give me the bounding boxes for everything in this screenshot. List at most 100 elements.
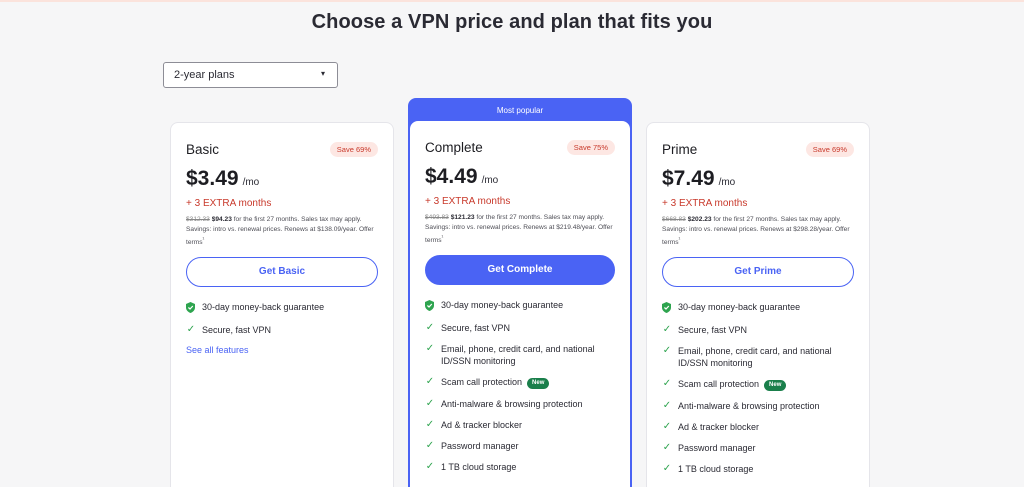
- new-badge: New: [527, 378, 550, 390]
- price-period: /mo: [718, 177, 736, 188]
- feature-label: 30-day money-back guarantee: [441, 300, 564, 311]
- feature-label: Scam call protection: [441, 377, 523, 388]
- feature-label: Anti-malware & browsing protection: [441, 399, 583, 410]
- feature-item: ✓ Scam call protection New: [662, 378, 854, 392]
- plan-name: Complete: [425, 139, 483, 155]
- extra-months: + 3 EXTRA months: [186, 198, 272, 209]
- feature-item: ✓ Anti-malware & browsing protection: [662, 400, 854, 412]
- get-basic-button[interactable]: Get Basic: [186, 257, 378, 288]
- plan-name: Basic: [186, 141, 220, 157]
- get-complete-button[interactable]: Get Complete: [425, 255, 615, 286]
- plan-name: Prime: [662, 141, 698, 157]
- feature-item: ✓ Email, phone, credit card, and national…: [662, 345, 854, 369]
- intro-price: $121.23: [450, 214, 475, 221]
- feature-label: Secure, fast VPN: [441, 323, 511, 334]
- feature-label: Ad & tracker blocker: [678, 422, 760, 433]
- save-badge: Save 75%: [566, 139, 615, 155]
- feature-label: 30-day money-back guarantee: [202, 302, 325, 313]
- feature-label: Email, phone, credit card, and national …: [441, 344, 595, 367]
- most-popular-label: Most popular: [496, 106, 544, 115]
- feature-label: Ad & tracker blocker: [441, 420, 523, 431]
- check-icon: ✓: [186, 324, 196, 336]
- feature-list: 30-day money-back guarantee ✓ Secure, fas…: [425, 299, 615, 473]
- feature-label: Scam call protection: [678, 379, 760, 390]
- check-icon: ✓: [662, 421, 672, 433]
- feature-guarantee: 30-day money-back guarantee: [662, 301, 854, 314]
- get-prime-button[interactable]: Get Prime: [662, 257, 854, 288]
- extra-months: + 3 EXTRA months: [662, 198, 748, 209]
- check-icon: ✓: [425, 322, 435, 334]
- footnote-mark[interactable]: ¹: [202, 237, 204, 243]
- feature-label: 1 TB cloud storage: [441, 462, 517, 473]
- check-icon: ✓: [662, 400, 672, 412]
- price-period: /mo: [242, 177, 260, 188]
- check-icon: ✓: [425, 440, 435, 452]
- feature-item: ✓ Anti-malware & browsing protection: [425, 398, 615, 410]
- price-fine-print: $668.83 $202.23 for the first 27 months.…: [662, 215, 854, 248]
- feature-guarantee: 30-day money-back guarantee: [186, 301, 378, 314]
- feature-item: ✓ Ad & tracker blocker: [425, 419, 615, 431]
- intro-price: $202.23: [687, 216, 712, 223]
- feature-label: Secure, fast VPN: [678, 325, 748, 336]
- intro-price: $94.23: [211, 216, 232, 223]
- check-icon: ✓: [425, 461, 435, 473]
- feature-item: ✓ Ad & tracker blocker: [662, 421, 854, 433]
- plan-price: $3.49: [186, 167, 239, 190]
- feature-item: ✓ Password manager: [662, 442, 854, 454]
- check-icon: ✓: [425, 398, 435, 410]
- feature-item: ✓ Scam call protection New: [425, 376, 615, 390]
- feature-label: Anti-malware & browsing protection: [678, 401, 820, 412]
- feature-label: 30-day money-back guarantee: [678, 302, 801, 313]
- feature-item: ✓ Secure, fast VPN: [425, 322, 615, 334]
- plan-card-basic: Basic Save 69% $3.49 /mo + 3 EXTRA month…: [170, 122, 394, 487]
- feature-list: 30-day money-back guarantee ✓ Secure, fas…: [662, 301, 854, 475]
- chevron-down-icon: ▾: [320, 69, 325, 78]
- footnote-mark[interactable]: ¹: [441, 235, 443, 241]
- save-badge: Save 69%: [329, 141, 378, 157]
- check-icon: ✓: [662, 345, 672, 357]
- feature-label: Secure, fast VPN: [202, 325, 272, 336]
- feature-item: ✓ Email, phone, credit card, and national…: [425, 343, 615, 367]
- check-icon: ✓: [662, 378, 672, 390]
- top-accent-line: [0, 0, 1024, 2]
- shield-check-icon: [186, 301, 196, 314]
- feature-guarantee: 30-day money-back guarantee: [425, 299, 615, 312]
- old-price: $668.83: [662, 216, 686, 223]
- feature-item: ✓ Password manager: [425, 440, 615, 452]
- check-icon: ✓: [662, 324, 672, 336]
- shield-check-icon: [662, 301, 672, 314]
- new-badge: New: [764, 380, 787, 392]
- shield-check-icon: [425, 299, 435, 312]
- feature-label: Password manager: [678, 443, 756, 454]
- plan-card-complete-wrapper: Most popular Complete Save 75% $4.49 /mo…: [408, 98, 632, 487]
- feature-item: ✓ 1 TB cloud storage: [662, 463, 854, 475]
- feature-item: ✓ Secure, fast VPN: [186, 324, 378, 336]
- feature-label: 1 TB cloud storage: [678, 464, 754, 475]
- save-badge: Save 69%: [805, 141, 854, 157]
- check-icon: ✓: [425, 419, 435, 431]
- check-icon: ✓: [662, 442, 672, 454]
- price-fine-print: $493.83 $121.23 for the first 27 months.…: [425, 213, 615, 246]
- plan-price: $4.49: [425, 165, 478, 188]
- plan-duration-select[interactable]: 2-year plans ▾: [163, 62, 338, 88]
- feature-list: 30-day money-back guarantee ✓ Secure, fa…: [186, 301, 378, 336]
- old-price: $493.83: [425, 214, 449, 221]
- feature-label: Email, phone, credit card, and national …: [678, 346, 832, 369]
- feature-item: ✓ 1 TB cloud storage: [425, 461, 615, 473]
- extra-months: + 3 EXTRA months: [425, 196, 511, 207]
- footnote-mark[interactable]: ¹: [678, 237, 680, 243]
- check-icon: ✓: [425, 376, 435, 388]
- check-icon: ✓: [425, 343, 435, 355]
- feature-item: ✓ Secure, fast VPN: [662, 324, 854, 336]
- see-all-features-link[interactable]: See all features: [186, 345, 378, 355]
- feature-label: Password manager: [441, 441, 519, 452]
- old-price: $312.33: [186, 216, 210, 223]
- price-fine-print: $312.33 $94.23 for the first 27 months. …: [186, 215, 378, 248]
- price-period: /mo: [481, 175, 499, 186]
- plan-duration-value: 2-year plans: [174, 69, 235, 81]
- plan-card-prime: Prime Save 69% $7.49 /mo + 3 EXTRA month…: [646, 122, 870, 487]
- plan-price: $7.49: [662, 167, 715, 190]
- page-title: Choose a VPN price and plan that fits yo…: [311, 11, 713, 33]
- plan-card-complete: Complete Save 75% $4.49 /mo + 3 EXTRA mo…: [410, 121, 630, 487]
- check-icon: ✓: [662, 463, 672, 475]
